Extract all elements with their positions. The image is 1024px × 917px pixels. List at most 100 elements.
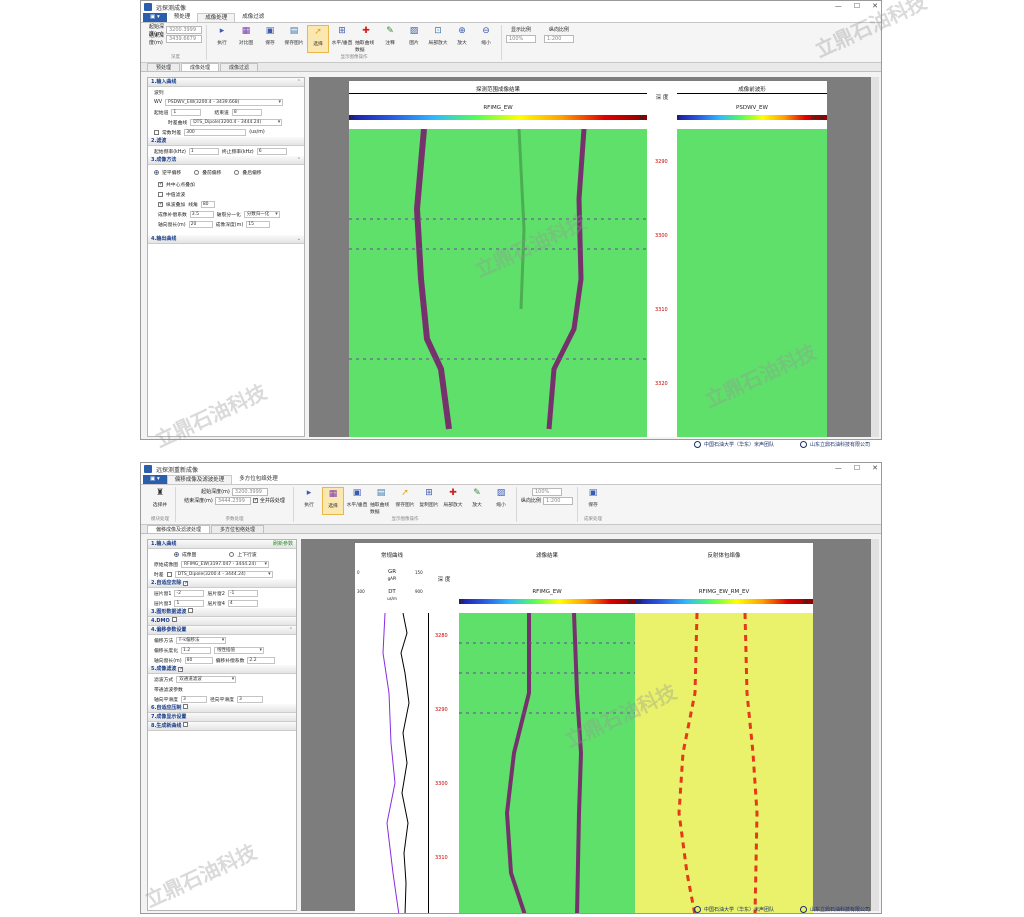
end-depth-input[interactable]: 3439.6679	[166, 34, 202, 43]
w1-tool-button-11[interactable]: ⊖ 缩小	[475, 25, 497, 53]
section-input-curves[interactable]: 1.输入曲线 刷新参数	[148, 540, 296, 549]
w2-tool-button-1[interactable]: ▦ 选择	[322, 487, 344, 515]
w1-tool-button-0[interactable]: ▸ 执行	[211, 25, 233, 53]
avg-checkbox[interactable]	[154, 129, 159, 135]
radio-image[interactable]	[174, 551, 179, 557]
win-input[interactable]: 80	[184, 656, 213, 664]
maximize-icon[interactable]: ☐	[854, 464, 860, 472]
interp-select[interactable]: 线性插值	[214, 646, 264, 654]
w2-tool-button-2[interactable]: ▣ 水平/垂直	[346, 487, 368, 515]
minimize-icon[interactable]: —	[835, 2, 842, 10]
a2-input[interactable]: -1	[227, 589, 258, 597]
w1-tool-button-9[interactable]: ⊡ 局部放大	[427, 25, 449, 53]
w2-tool-button-4[interactable]: ➚ 保存图片	[394, 487, 416, 515]
doctab-filter[interactable]: 成像过滤	[220, 63, 259, 71]
end-depth-input[interactable]: 3444.2399	[214, 496, 251, 505]
w2-tool-button-5[interactable]: ⊞ 复制图片	[418, 487, 440, 515]
tab-envelope[interactable]: 多方位包络处理	[232, 475, 285, 484]
fend-input[interactable]: 6	[256, 147, 287, 155]
a4-input[interactable]: 4	[227, 599, 258, 607]
vel-input[interactable]: 1.2	[181, 646, 211, 654]
w1-tool-button-5[interactable]: ⊞ 水平/垂直	[331, 25, 353, 53]
w2-tool-button-0[interactable]: ▸ 执行	[298, 487, 320, 515]
doctab-preprocess[interactable]: 预处理	[147, 63, 181, 71]
wv-select[interactable]: PSDWV_EW(3200.4 - 3439.668)	[165, 98, 284, 106]
tab-file[interactable]: ▣ ▾	[143, 13, 167, 22]
tab-imaging[interactable]: 成像处理	[197, 13, 236, 22]
w1-tool-button-10[interactable]: ⊕ 放大	[451, 25, 473, 53]
section-data-filter[interactable]: 3.图形数据滤波	[148, 608, 296, 617]
method-radio-1[interactable]	[154, 169, 159, 175]
w2-tool-button-8[interactable]: ▨ 缩小	[490, 487, 512, 515]
section-method[interactable]: 3.成像方法 ⌃	[148, 156, 304, 165]
opt2-checkbox[interactable]	[158, 191, 163, 197]
method-radio-2[interactable]	[194, 169, 200, 175]
opt3-checkbox[interactable]: ✓	[158, 201, 163, 207]
all-section-checkbox[interactable]: ✓	[252, 498, 258, 503]
minimize-icon[interactable]: —	[835, 464, 842, 472]
vertical-ratio-select[interactable]: 1:200	[543, 496, 574, 505]
vertical-scrollbar[interactable]	[871, 77, 879, 437]
vertical-scrollbar[interactable]	[871, 539, 879, 911]
w1-tool-button-3[interactable]: ▤ 保存图片	[283, 25, 305, 53]
w1-tool-button-1[interactable]: ▦ 对比图	[235, 25, 257, 53]
w2-tool-button-6[interactable]: ✚ 局部放大	[442, 487, 464, 515]
avg-input[interactable]: 300	[184, 128, 247, 136]
doctab-envelope[interactable]: 多方位包络处理	[211, 525, 265, 533]
w1-tool-button-2[interactable]: ▣ 保存	[259, 25, 281, 53]
axial-smooth-input[interactable]: 3	[181, 695, 207, 703]
radial-smooth-input[interactable]: 3	[237, 695, 263, 703]
migration-select[interactable]: F-k偏移法	[176, 636, 227, 644]
section-input-curves[interactable]: 1.输入曲线 ⌃	[148, 78, 304, 87]
axis-input[interactable]: 20	[188, 220, 213, 228]
section-filter[interactable]: 2.滤波	[148, 137, 304, 146]
tab-migration[interactable]: 偏移成像及滤波处理	[166, 475, 233, 484]
tab-filter[interactable]: 成像过滤	[235, 13, 271, 22]
display-ratio-select[interactable]: 100%	[506, 34, 536, 43]
tab-preprocess[interactable]: 预处理	[167, 13, 198, 22]
section-migration[interactable]: 4.偏移参数设置 ⌃	[148, 626, 296, 635]
img-depth-input[interactable]: 15	[246, 220, 271, 228]
section-output[interactable]: 4.输出曲线 ⌄	[148, 235, 304, 244]
method-radio-3[interactable]	[234, 169, 240, 175]
vertical-ratio-select[interactable]: 1:200	[544, 34, 574, 43]
fit-select[interactable]: 分数归一化	[243, 210, 280, 218]
maximize-icon[interactable]: ☐	[854, 2, 860, 10]
save-button[interactable]: ▣ 保存	[582, 487, 604, 508]
end-channel-input[interactable]: 8	[231, 108, 262, 116]
w1-tool-button-4[interactable]: ➚ 选择	[307, 25, 329, 53]
close-icon[interactable]: ✕	[872, 464, 878, 472]
doctab-imaging[interactable]: 成像处理	[181, 63, 220, 71]
start-depth-input[interactable]: 3200.3999	[166, 25, 202, 34]
tab-file[interactable]: ▣ ▾	[143, 475, 167, 484]
delay-checkbox[interactable]	[166, 571, 172, 577]
section-img-filter[interactable]: 5.成像滤波 ✓	[148, 665, 296, 674]
angle-input[interactable]: 80	[200, 200, 215, 208]
w1-tool-button-7[interactable]: ✎ 注释	[379, 25, 401, 53]
select-well-button[interactable]: ♜ 选择井	[149, 487, 171, 508]
start-channel-input[interactable]: 1	[171, 108, 202, 116]
display-ratio-select[interactable]: 100%	[532, 487, 562, 496]
w2-tool-button-7[interactable]: ✎ 放大	[466, 487, 488, 515]
w1-tool-button-8[interactable]: ▨ 图片	[403, 25, 425, 53]
opt1-checkbox[interactable]: ✓	[158, 181, 163, 187]
start-depth-input[interactable]: 3200.3999	[231, 487, 268, 496]
section-adaptive[interactable]: 2.自适应去除 ✓	[148, 579, 296, 588]
fstart-input[interactable]: 1	[188, 147, 219, 155]
section-display[interactable]: 7.成像显示设置	[148, 713, 296, 722]
a1-input[interactable]: -2	[174, 589, 205, 597]
radio-updown[interactable]	[229, 551, 235, 557]
section-dmo[interactable]: 4.DMO	[148, 617, 296, 626]
doctab-migration[interactable]: 偏移成像及滤波处理	[147, 525, 211, 533]
source-image-select[interactable]: RFIMG_EW(3197.047 - 3444.24)	[181, 560, 269, 568]
a3-input[interactable]: 1	[174, 599, 205, 607]
filter-select[interactable]: 双通道滤波	[176, 675, 237, 683]
img-coef-input[interactable]: 3.5	[189, 210, 214, 218]
section-adaptive-suppress[interactable]: 6.自适应压制	[148, 704, 296, 713]
coef-input[interactable]: 2.2	[247, 656, 276, 664]
w1-tool-button-6[interactable]: ✚ 抽取曲线数据	[355, 25, 377, 53]
delay-select[interactable]: DTS_Dipole(3200.4 - 3444.24)	[174, 570, 273, 578]
section-generate[interactable]: 8.生成新曲线	[148, 722, 296, 731]
w2-tool-button-3[interactable]: ▤ 抽取曲线数据	[370, 487, 392, 515]
delay-curve-select[interactable]: DTS_Dipole(3200.4 - 3444.24)	[190, 118, 283, 126]
